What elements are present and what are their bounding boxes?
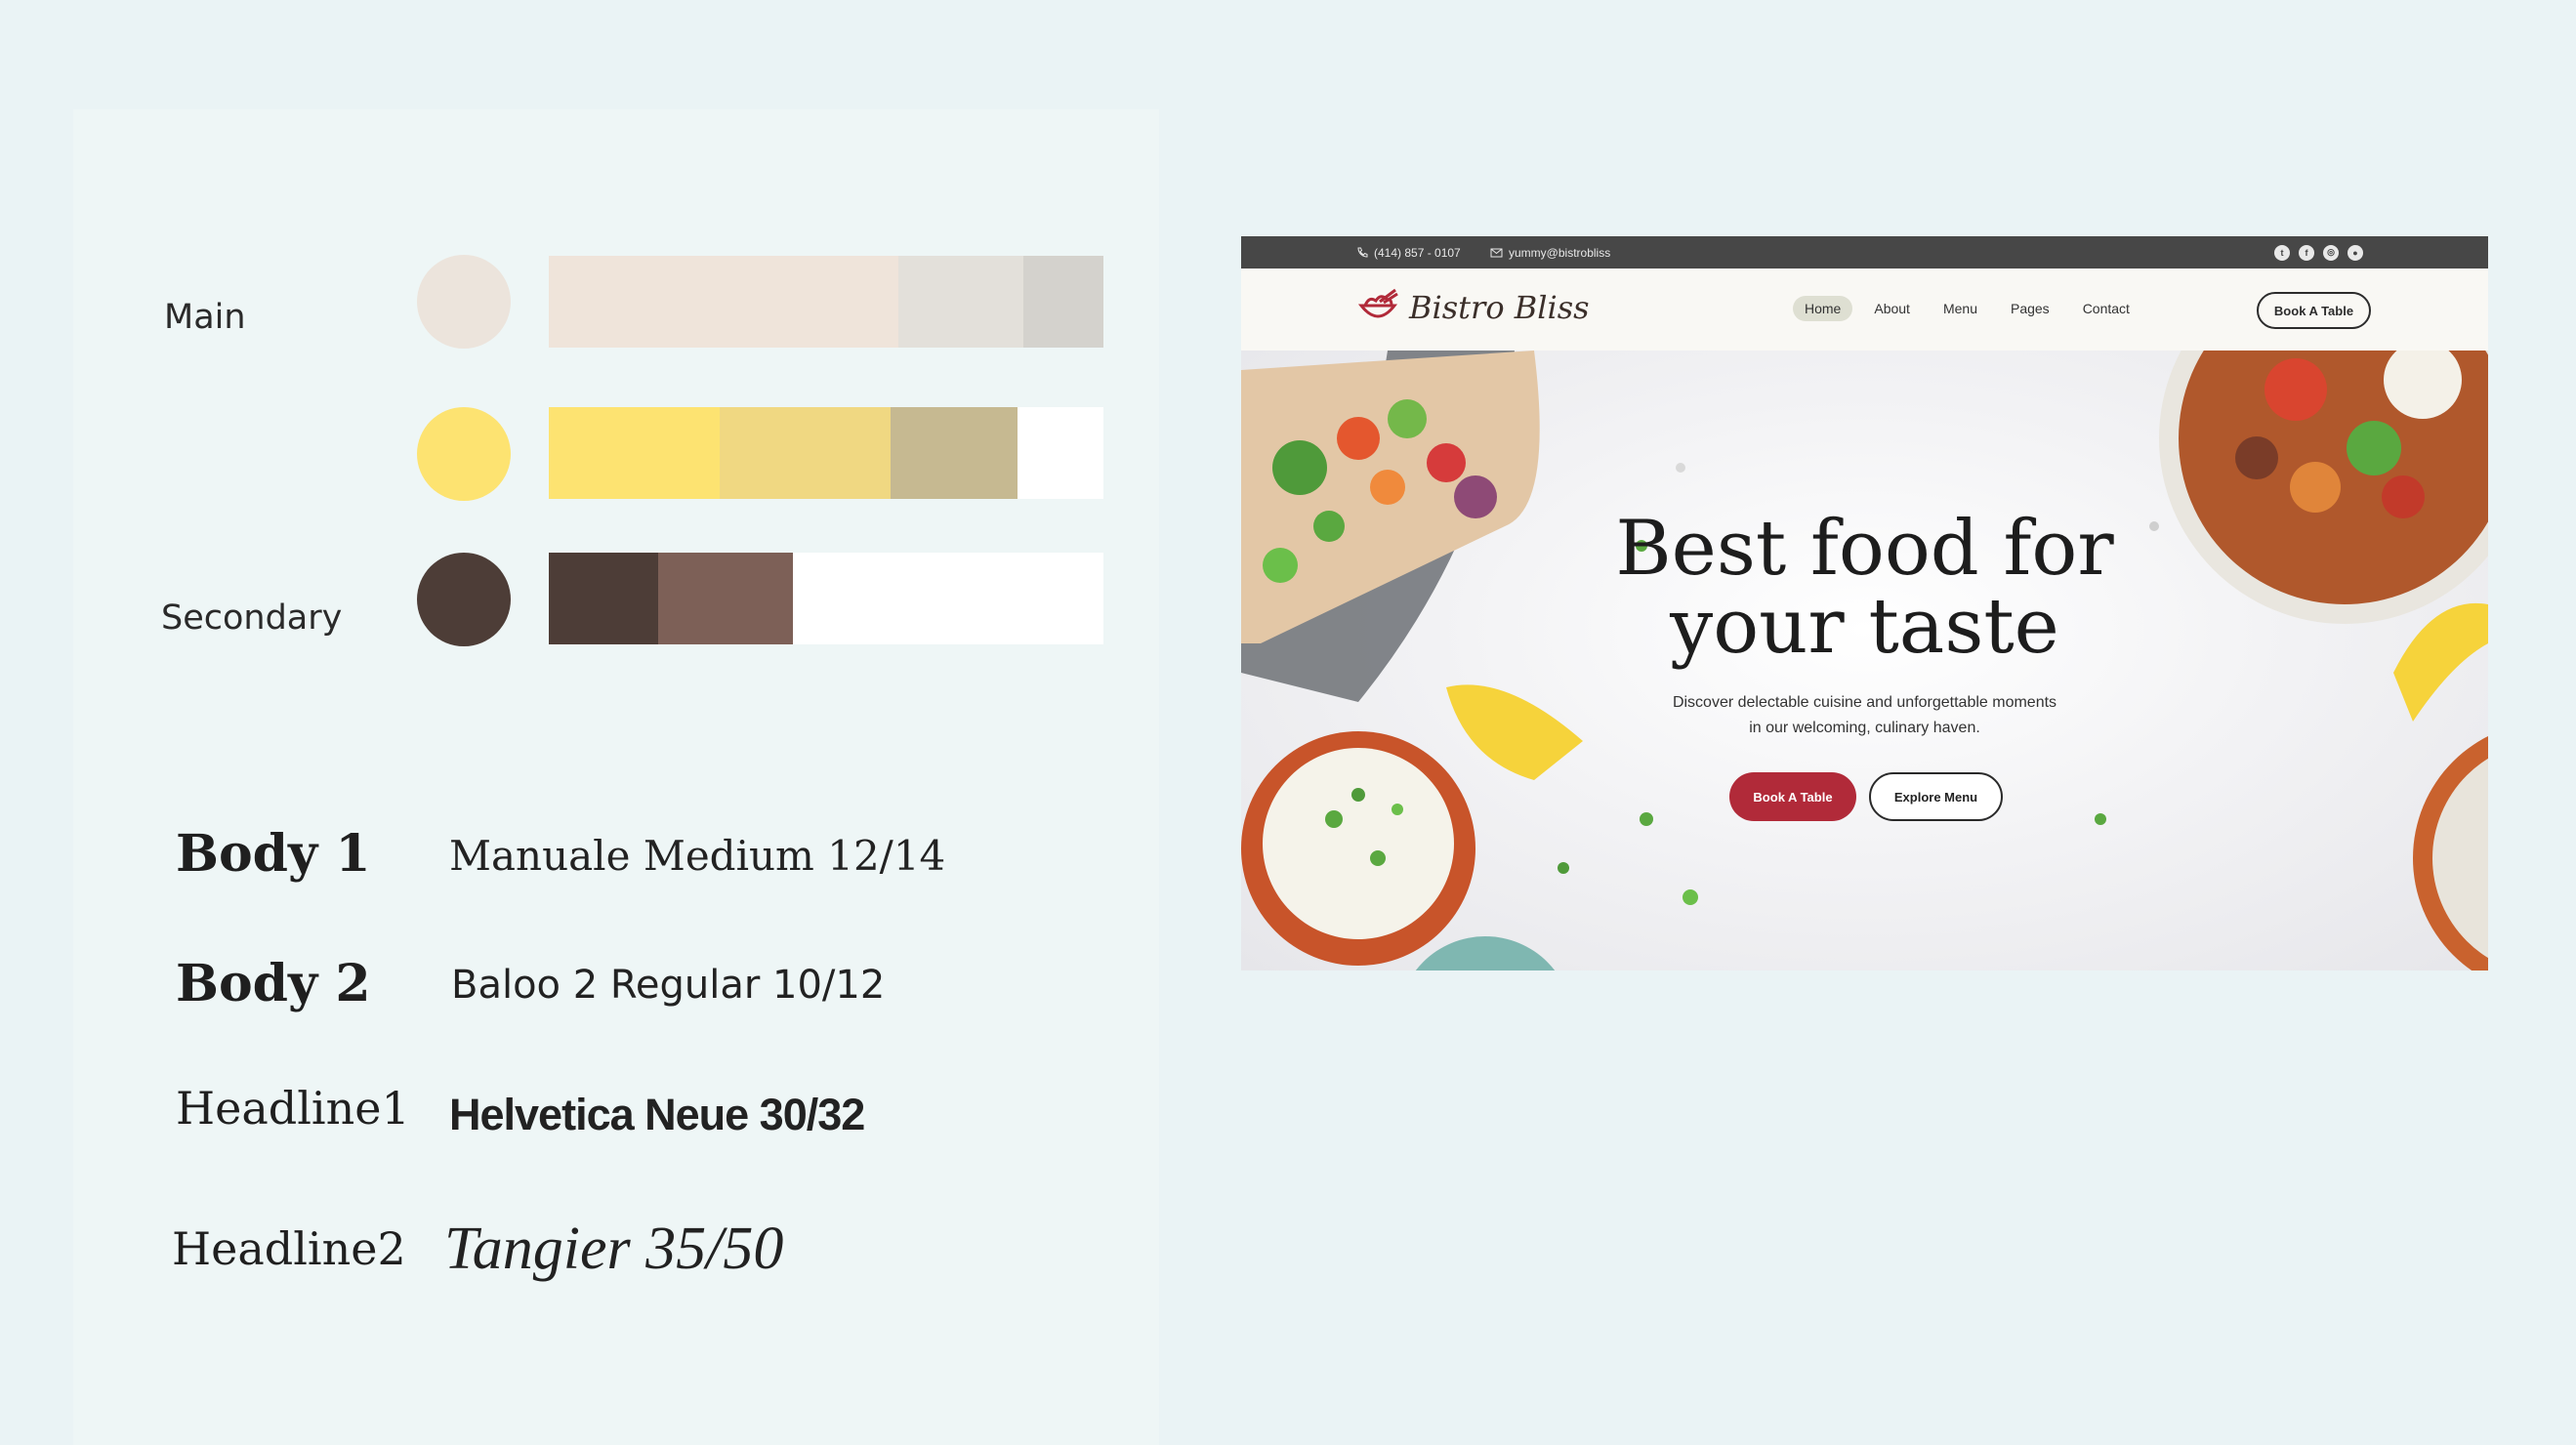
nav-home[interactable]: Home	[1793, 296, 1853, 321]
type-name-body2: Body 2	[176, 954, 371, 1013]
facebook-icon[interactable]: f	[2299, 244, 2314, 261]
website-preview: (414) 857 - 0107 yummy@bistrobliss t f ◎…	[1241, 236, 2488, 970]
main-color-bar	[549, 256, 1103, 348]
email-info: yummy@bistrobliss	[1490, 236, 1610, 268]
hero-section: Best food for your taste Discover delect…	[1241, 351, 2488, 970]
phone-icon	[1357, 247, 1368, 258]
main-color-circle	[417, 255, 511, 349]
color-swatch	[891, 407, 1018, 499]
hero-book-table-button[interactable]: Book A Table	[1729, 772, 1856, 821]
type-name-headline2: Headline2	[172, 1222, 406, 1275]
nav-about[interactable]: About	[1862, 296, 1922, 321]
hero-title-line2: your taste	[1670, 583, 2059, 671]
phone-info: (414) 857 - 0107	[1356, 236, 1461, 268]
nav-book-table-button[interactable]: Book A Table	[2257, 292, 2371, 329]
type-spec-body1: Manuale Medium 12/14	[449, 832, 946, 880]
hero-subtitle: Discover delectable cuisine and unforget…	[1241, 690, 2488, 741]
instagram-icon[interactable]: ◎	[2323, 244, 2339, 261]
email-address[interactable]: yummy@bistrobliss	[1509, 246, 1610, 260]
nav-pages[interactable]: Pages	[1999, 296, 2061, 321]
navbar: Bistro Bliss Home About Menu Pages Conta…	[1241, 268, 2488, 351]
main-menu: Home About Menu Pages Contact	[1793, 296, 2141, 321]
brand-logo[interactable]: Bistro Bliss	[1356, 288, 1590, 327]
color-swatch	[793, 553, 1103, 644]
type-name-headline1: Headline1	[176, 1082, 410, 1135]
secondary-color-label: Secondary	[161, 599, 343, 638]
accent-color-circle	[417, 407, 511, 501]
type-name-body1: Body 1	[176, 824, 371, 884]
hero-subtitle-line1: Discover delectable cuisine and unforget…	[1672, 694, 2057, 711]
twitter-icon[interactable]: t	[2274, 244, 2290, 261]
github-icon[interactable]: ●	[2347, 244, 2363, 261]
color-swatch	[549, 407, 720, 499]
main-color-label: Main	[164, 298, 246, 337]
color-swatch	[549, 553, 658, 644]
secondary-color-bar	[549, 553, 1103, 644]
color-swatch	[898, 256, 1023, 348]
type-spec-headline2: Tangier 35/50	[444, 1216, 784, 1282]
color-swatch	[549, 256, 898, 348]
bowl-logo-icon	[1357, 288, 1398, 318]
nav-contact[interactable]: Contact	[2071, 296, 2141, 321]
accent-color-bar	[549, 407, 1103, 499]
color-swatch	[658, 553, 793, 644]
mail-icon	[1490, 248, 1503, 257]
color-swatch	[720, 407, 891, 499]
hero-title-line1: Best food for	[1615, 505, 2114, 593]
color-swatch	[1018, 407, 1103, 499]
color-swatch	[1023, 256, 1103, 348]
hero-title: Best food for your taste	[1241, 510, 2488, 666]
top-info-bar: (414) 857 - 0107 yummy@bistrobliss t f ◎…	[1241, 236, 2488, 268]
type-spec-headline1: Helvetica Neue 30/32	[449, 1090, 865, 1139]
nav-menu[interactable]: Menu	[1932, 296, 1989, 321]
phone-number[interactable]: (414) 857 - 0107	[1374, 246, 1461, 260]
explore-menu-button[interactable]: Explore Menu	[1869, 772, 2003, 821]
type-spec-body2: Baloo 2 Regular 10/12	[451, 963, 886, 1008]
secondary-color-circle	[417, 553, 511, 646]
hero-subtitle-line2: in our welcoming, culinary haven.	[1749, 720, 1980, 736]
brand-name: Bistro Bliss	[1409, 289, 1590, 326]
social-links: t f ◎ ●	[2274, 236, 2363, 268]
